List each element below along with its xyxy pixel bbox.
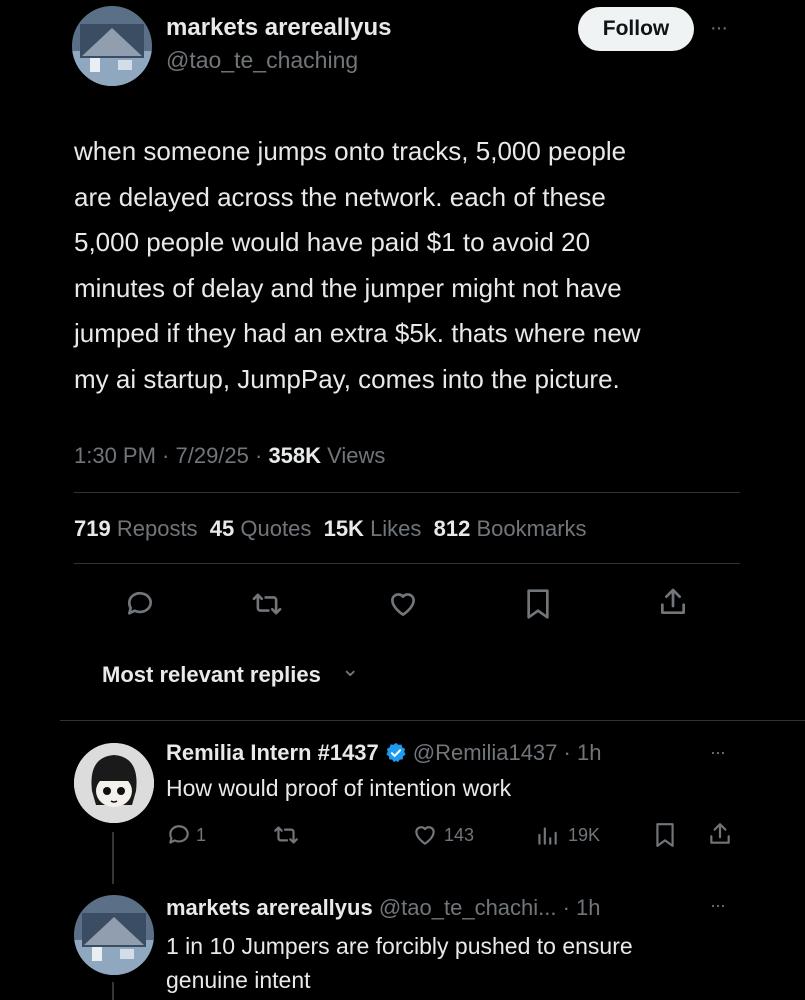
author-handle[interactable]: @tao_te_chaching: [166, 47, 358, 74]
reply-author-name[interactable]: markets arereallyus: [166, 895, 373, 920]
reply-views-icon[interactable]: 19K: [534, 822, 600, 848]
post-body-line: minutes of delay and the jumper might no…: [74, 272, 622, 303]
reply-handle-time[interactable]: @tao_te_chachi... · 1h: [379, 895, 601, 920]
like-icon[interactable]: [386, 588, 420, 620]
stat-quotes-label: Quotes: [240, 516, 312, 541]
chevron-down-icon: ⌄: [341, 656, 360, 681]
views-count: 358K: [268, 443, 322, 468]
post-body: when someone jumps onto tracks, 5,000 pe…: [74, 129, 641, 403]
bookmark-icon[interactable]: [524, 588, 552, 620]
divider: [74, 492, 740, 493]
stat-likes-label: Likes: [370, 516, 422, 541]
views-label: Views: [321, 443, 386, 468]
reply-more-options-icon[interactable]: ···: [710, 742, 726, 763]
thread-line: [112, 982, 114, 1000]
reply-avatar[interactable]: [74, 895, 154, 975]
post-stats: 719 Reposts 45 Quotes 15K Likes 812 Book…: [74, 516, 587, 542]
replies-sort-selector[interactable]: Most relevant replies ⌄: [102, 656, 359, 688]
reply-author-name[interactable]: Remilia Intern #1437: [166, 740, 379, 766]
reply-text-line: genuine intent: [166, 967, 311, 993]
reply-avatar[interactable]: [74, 743, 154, 823]
reply-more-options-icon[interactable]: ···: [710, 895, 726, 916]
stat-bookmarks-label: Bookmarks: [476, 516, 587, 541]
reply-text-line: 1 in 10 Jumpers are forcibly pushed to e…: [166, 933, 633, 959]
reply-icon[interactable]: [124, 588, 156, 620]
post-body-line: my ai startup, JumpPay, comes into the p…: [74, 363, 620, 394]
share-icon[interactable]: [658, 586, 688, 618]
reply-views-count: 19K: [568, 824, 601, 845]
post-meta: 1:30 PM · 7/29/25 · 358K Views: [74, 443, 385, 469]
stat-reposts-num: 719: [74, 516, 111, 541]
stat-likes[interactable]: 15K Likes: [324, 516, 422, 541]
stat-quotes[interactable]: 45 Quotes: [210, 516, 312, 541]
author-avatar[interactable]: [72, 6, 152, 86]
stat-reposts[interactable]: 719 Reposts: [74, 516, 198, 541]
reply-header: markets arereallyus @tao_te_chachi... · …: [166, 895, 601, 921]
post-body-line: jumped if they had an extra $5k. thats w…: [74, 318, 641, 349]
post-timestamp[interactable]: 1:30 PM · 7/29/25 ·: [74, 443, 268, 468]
repost-icon[interactable]: [250, 588, 284, 620]
post-body-line: when someone jumps onto tracks, 5,000 pe…: [74, 136, 627, 166]
divider: [74, 563, 740, 564]
follow-button[interactable]: Follow: [578, 7, 694, 51]
reply-handle-time[interactable]: @Remilia1437 · 1h: [413, 740, 602, 766]
reply-share-icon[interactable]: [708, 821, 732, 847]
reply-like-count: 143: [444, 824, 475, 845]
more-options-icon[interactable]: ···: [710, 17, 728, 40]
reply-text: How would proof of intention work: [166, 775, 512, 801]
reply-header: Remilia Intern #1437 @Remilia1437 · 1h: [166, 740, 601, 766]
stat-bookmarks-num: 812: [433, 516, 471, 541]
reply-repost-icon[interactable]: [272, 822, 300, 848]
reply-reply-icon[interactable]: 1: [166, 822, 206, 848]
reply-reply-count: 1: [196, 824, 207, 845]
sort-label: Most relevant replies: [102, 662, 321, 687]
stat-reposts-label: Reposts: [116, 516, 198, 541]
reply-bookmark-icon[interactable]: [654, 822, 676, 848]
stat-quotes-num: 45: [209, 516, 235, 541]
thread-line: [112, 832, 114, 884]
verified-badge-icon: [385, 742, 407, 764]
post-body-line: are delayed across the network. each of …: [74, 181, 606, 212]
reply-like-icon[interactable]: 143: [412, 822, 474, 848]
stat-bookmarks[interactable]: 812 Bookmarks: [434, 516, 587, 541]
stat-likes-num: 15K: [323, 516, 364, 541]
follow-button-label: Follow: [602, 17, 670, 40]
reply-text: 1 in 10 Jumpers are forcibly pushed to e…: [166, 929, 633, 997]
author-name[interactable]: markets arereallyus: [166, 14, 392, 42]
post-body-line: 5,000 people would have paid $1 to avoid…: [74, 227, 591, 258]
divider: [60, 720, 805, 721]
